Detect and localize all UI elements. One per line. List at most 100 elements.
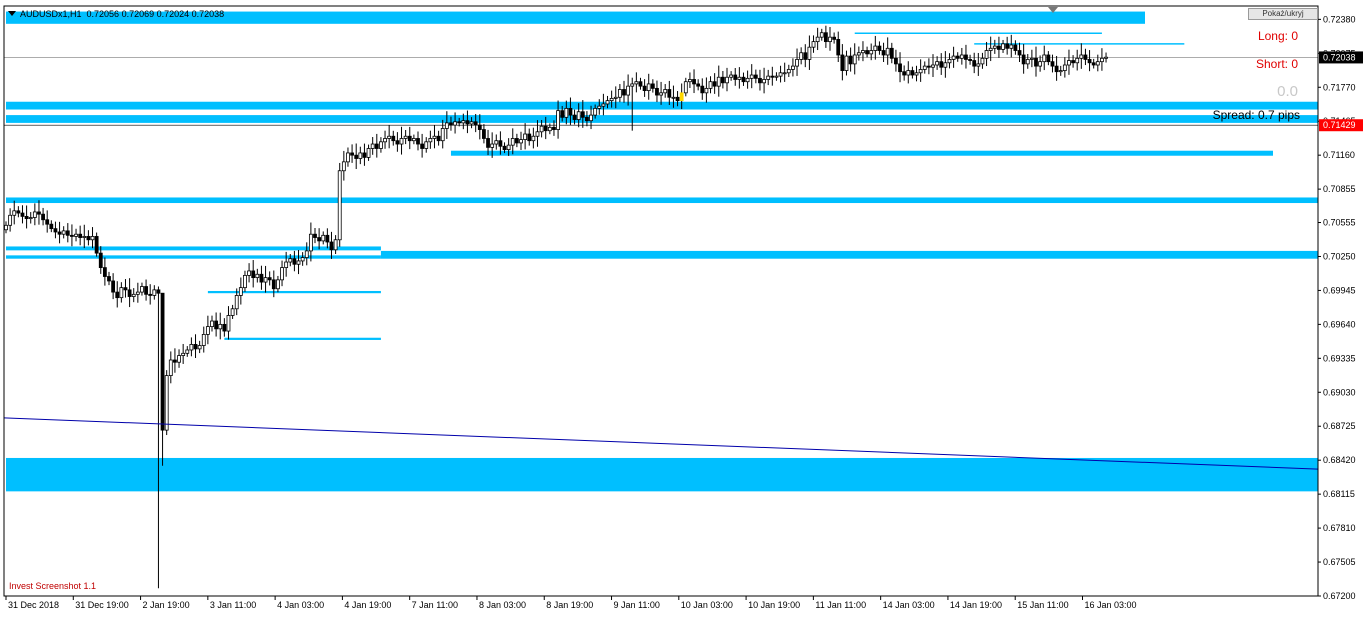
candle-body [1075, 57, 1080, 64]
candle-body [1013, 44, 1018, 51]
candle-body [102, 267, 107, 277]
candle-body [453, 121, 457, 126]
candle-body [8, 214, 13, 226]
candle-body [280, 267, 284, 281]
candle-body [218, 323, 223, 330]
candle-body [321, 234, 326, 242]
candle-body [642, 85, 647, 92]
candle-body [296, 260, 301, 265]
candle-body [135, 291, 140, 295]
candle-body [770, 75, 775, 78]
candle-body [12, 210, 17, 216]
time-tick-label: 4 Jan 03:00 [277, 600, 324, 610]
candle-body [32, 211, 37, 218]
candle-body [609, 97, 614, 102]
candle-body [692, 79, 696, 85]
candle-body [638, 81, 643, 87]
time-tick-label: 31 Dec 2018 [8, 600, 59, 610]
candle-body [1025, 59, 1030, 65]
candle-body [90, 236, 95, 241]
candle-body [597, 105, 602, 109]
chart-shift-marker-icon[interactable] [1048, 7, 1058, 13]
candle-body [210, 320, 214, 328]
candle-body [1058, 70, 1063, 73]
candle-body [856, 52, 861, 56]
candle-body [873, 45, 878, 51]
candle-body [836, 38, 841, 56]
candle-body [313, 233, 317, 238]
show-hide-button[interactable]: Pokaż/ukryj [1248, 8, 1318, 20]
candle-body [712, 81, 717, 87]
candle-body [984, 50, 989, 59]
price-tick-label: 0.71160 [1323, 150, 1355, 160]
candle-body [156, 289, 161, 294]
candle-body [655, 87, 659, 96]
candle-body [527, 133, 532, 142]
candle-body [605, 100, 610, 105]
candle-body [510, 138, 515, 146]
candle-body [939, 61, 944, 68]
candle-body [111, 280, 116, 293]
candle-body [906, 70, 911, 76]
candle-body [457, 121, 462, 124]
candle-body [564, 108, 569, 118]
candle-body [255, 273, 260, 279]
price-tick-label: 0.71770 [1323, 82, 1356, 92]
price-tick-label: 0.69030 [1323, 387, 1356, 397]
candle-body [267, 277, 272, 281]
time-tick-label: 14 Jan 19:00 [950, 600, 1002, 610]
candle-body [263, 277, 268, 283]
candle-body [214, 320, 219, 330]
candle-body [753, 74, 758, 79]
candle-body [514, 138, 519, 144]
candle-body [1029, 57, 1034, 60]
candle-body [259, 273, 264, 283]
candle-body [1038, 61, 1043, 67]
candle-body [523, 133, 528, 140]
candle-body [861, 50, 865, 54]
candle-body [181, 352, 186, 356]
candle-body [914, 72, 919, 76]
candle-body [992, 45, 997, 49]
zone-rect [6, 457, 1318, 492]
price-tick-label: 0.70555 [1323, 218, 1356, 228]
candle-body [733, 74, 738, 80]
candle-body [65, 230, 70, 236]
candle-body [885, 47, 890, 56]
candle-body [791, 65, 795, 70]
candle-body [444, 122, 449, 129]
candle-body [247, 270, 251, 276]
candle-body [749, 74, 754, 79]
candle-body [585, 116, 589, 122]
candle-body [362, 152, 367, 158]
candle-body [234, 295, 239, 310]
candle-body [568, 108, 573, 116]
time-tick-label: 8 Jan 19:00 [546, 600, 593, 610]
candle-body [395, 140, 400, 145]
candle-body [4, 224, 8, 231]
candle-body [226, 315, 231, 332]
candle-body [799, 52, 804, 60]
candle-body [37, 211, 41, 215]
candle-body [580, 111, 585, 118]
candle-body [980, 57, 985, 65]
zone-rect [6, 101, 1318, 110]
candle-body [1083, 54, 1088, 60]
candle-body [140, 286, 144, 293]
price-tick-label: 0.68115 [1323, 489, 1355, 499]
candle-body [869, 50, 874, 55]
candle-body [465, 120, 470, 125]
candle-body [1054, 65, 1059, 73]
candle-body [617, 89, 622, 98]
price-chart[interactable]: 0.723800.720750.717700.714650.711600.708… [0, 0, 1364, 618]
candle-body [436, 135, 441, 142]
price-tick-label: 0.68725 [1323, 421, 1356, 431]
collapse-triangle-icon[interactable] [8, 11, 16, 16]
candle-body [317, 237, 322, 242]
candle-body [420, 143, 425, 149]
ohlc-values: 0.72056 0.72069 0.72024 0.72038 [86, 9, 225, 19]
candle-body [107, 276, 111, 282]
candle-body [148, 293, 153, 296]
short-count: Short: 0 [1255, 57, 1298, 71]
candle-body [1104, 56, 1108, 59]
